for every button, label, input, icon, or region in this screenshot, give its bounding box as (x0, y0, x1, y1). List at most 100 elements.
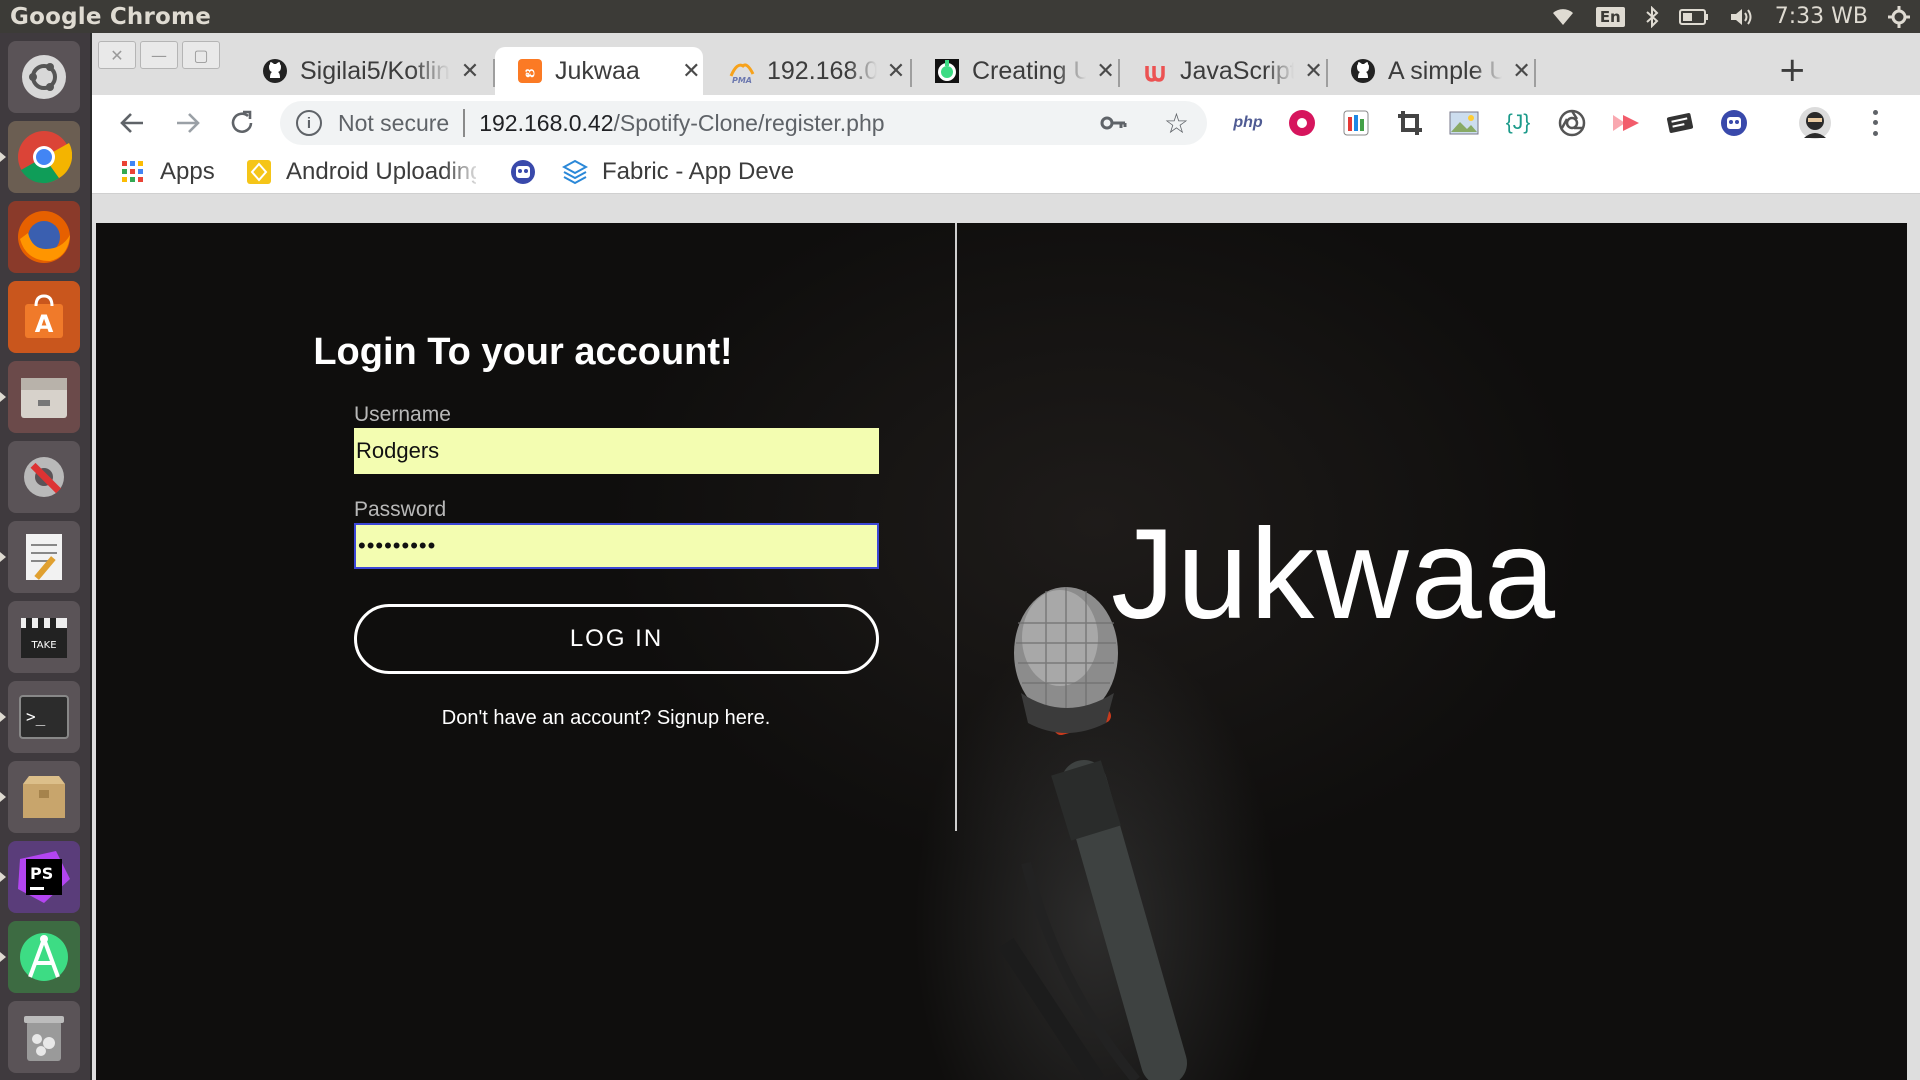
phpmyadmin-icon: PMA (729, 58, 755, 84)
tab-title: 192.168.0.42 (767, 56, 877, 85)
svg-text:PMA: PMA (732, 76, 752, 84)
window-minimize-button[interactable]: — (140, 41, 178, 69)
profile-avatar[interactable] (1797, 105, 1833, 141)
tab-github-kotlin[interactable]: Sigilai5/Kotlin ✕ (240, 47, 490, 95)
json-icon[interactable]: {J} (1502, 107, 1534, 139)
key-icon[interactable] (1099, 109, 1127, 143)
tab-close-icon[interactable]: ✕ (458, 58, 482, 84)
archive-icon[interactable] (0, 761, 80, 833)
clock[interactable]: 7:33 WB (1775, 4, 1868, 29)
battery-icon[interactable] (1678, 8, 1709, 26)
window-close-button[interactable]: ✕ (98, 41, 136, 69)
record-icon[interactable] (1286, 107, 1318, 139)
svg-text:ಐ: ಐ (525, 63, 535, 81)
software-center-icon[interactable]: A (8, 281, 80, 353)
bookmark-android-uploading[interactable]: Android Uploading (246, 156, 476, 188)
password-label: Password (354, 498, 447, 521)
firefox-icon[interactable] (8, 201, 80, 273)
robot-icon[interactable] (1718, 107, 1750, 139)
signup-link[interactable]: Don't have an account? Signup here. (96, 707, 1116, 730)
bookmark-star-icon[interactable]: ☆ (1164, 107, 1189, 140)
active-app-name: Google Chrome (10, 3, 211, 30)
tab-github-ussd[interactable]: A simple USSD ✕ (1328, 47, 1533, 95)
keyboard-layout-indicator[interactable]: En (1595, 6, 1625, 27)
username-input[interactable] (354, 428, 879, 474)
forward-button[interactable] (170, 105, 206, 141)
bookmark-fabric[interactable]: Fabric - App Development (562, 156, 794, 188)
login-button[interactable]: LOG IN (354, 604, 879, 674)
terminal-icon[interactable]: >_ (0, 681, 80, 753)
launcher: A TAKE >_ PS (0, 33, 90, 1080)
phpstorm-icon[interactable]: PS (0, 841, 80, 913)
tab-title: Sigilai5/Kotlin (300, 56, 450, 85)
bookmark-apps[interactable]: Apps (120, 156, 215, 188)
chrome-icon[interactable] (0, 121, 80, 193)
browser-window: ✕ — ▢ Sigilai5/Kotlin ✕ ಐ Jukwaa ✕ PMA 1… (92, 33, 1920, 1080)
address-bar[interactable]: i Not secure 192.168.0.42/Spotify-Clone/… (280, 101, 1207, 145)
github-icon (1350, 58, 1376, 84)
browser-toolbar: i Not secure 192.168.0.42/Spotify-Clone/… (92, 95, 1920, 150)
image-icon[interactable] (1448, 107, 1480, 139)
reload-button[interactable] (224, 105, 260, 141)
ubuntu-dash-icon[interactable] (8, 41, 80, 113)
chrome-menu-button[interactable] (1865, 107, 1885, 139)
vertical-divider (955, 223, 957, 831)
volume-icon[interactable] (1729, 7, 1755, 27)
username-label: Username (354, 403, 451, 426)
svg-text:A: A (35, 310, 54, 338)
tab-close-icon[interactable]: ✕ (1302, 58, 1325, 84)
tab-close-icon[interactable]: ✕ (1094, 58, 1117, 84)
file-manager-icon[interactable] (0, 361, 80, 433)
tag-icon[interactable] (1664, 107, 1696, 139)
palette-icon[interactable] (1340, 107, 1372, 139)
tab-strip: ✕ — ▢ Sigilai5/Kotlin ✕ ಐ Jukwaa ✕ PMA 1… (92, 33, 1920, 95)
bookmark-label: Fabric - App Development (602, 158, 794, 185)
tab-title: Jukwaa (555, 56, 640, 85)
tab-javascript-client[interactable]: JavaScript Client ✕ (1120, 47, 1325, 95)
bookmarks-bar: Apps Android Uploading Fabric - App Deve… (92, 150, 1920, 194)
bookmark-label: Android Uploading (286, 158, 476, 185)
new-tab-button[interactable]: + (1778, 53, 1807, 87)
tab-close-icon[interactable]: ✕ (1510, 58, 1533, 84)
web-page: Login To your account! Username Password… (96, 223, 1907, 1080)
url-path: /Spotify-Clone/register.php (613, 109, 885, 136)
top-panel: Google Chrome En 7:33 WB (0, 0, 1920, 33)
tab-creating-ussd[interactable]: Creating USSD ✕ (912, 47, 1117, 95)
tab-close-icon[interactable]: ✕ (680, 58, 703, 84)
svg-text:PS: PS (30, 864, 53, 883)
info-icon[interactable]: i (296, 110, 322, 136)
url-host: 192.168.0.42 (479, 109, 614, 136)
back-button[interactable] (114, 105, 150, 141)
video-editor-icon[interactable]: TAKE (8, 601, 80, 673)
wifi-icon[interactable] (1550, 7, 1576, 27)
svg-text:TAKE: TAKE (30, 640, 56, 651)
udemy-icon (1142, 58, 1168, 84)
chrome-ext-icon[interactable] (1556, 107, 1588, 139)
bookmark-label: Apps (160, 158, 215, 185)
tab-title: JavaScript Client (1180, 56, 1295, 85)
robot-icon (510, 159, 536, 185)
tab-phpmyadmin[interactable]: PMA 192.168.0.42 ✕ (707, 47, 907, 95)
system-tray: En 7:33 WB (1550, 0, 1910, 33)
xampp-icon: ಐ (517, 58, 543, 84)
android-studio-icon[interactable] (0, 921, 80, 993)
trash-icon[interactable] (8, 1001, 80, 1073)
crop-icon[interactable] (1394, 107, 1426, 139)
tab-title: Creating USSD (972, 56, 1087, 85)
github-icon (262, 58, 288, 84)
tab-jukwaa[interactable]: ಐ Jukwaa ✕ (495, 47, 703, 95)
android-icon (934, 58, 960, 84)
system-menu-gear-icon[interactable] (1888, 5, 1910, 28)
tab-title: A simple USSD (1388, 56, 1503, 85)
security-indicator[interactable]: Not secure (338, 110, 449, 137)
text-editor-icon[interactable] (0, 521, 80, 593)
system-settings-icon[interactable] (8, 441, 80, 513)
video-icon[interactable] (1610, 107, 1642, 139)
php-icon[interactable]: php (1232, 107, 1264, 139)
bookmark-robot[interactable] (510, 156, 550, 188)
apps-grid-icon (120, 159, 146, 185)
tab-close-icon[interactable]: ✕ (885, 58, 907, 84)
window-maximize-button[interactable]: ▢ (182, 41, 220, 69)
password-input[interactable] (354, 523, 879, 569)
bluetooth-icon[interactable] (1645, 5, 1659, 28)
